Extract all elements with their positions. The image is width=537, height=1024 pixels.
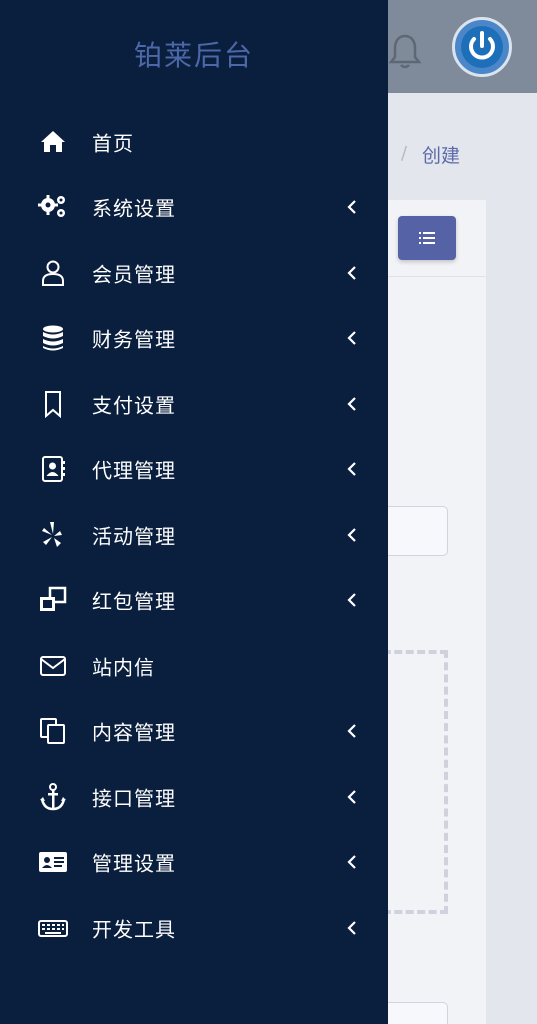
- chevron-left-icon: [347, 265, 356, 280]
- sidebar-item-activities[interactable]: 活动管理: [0, 502, 388, 568]
- sidebar-item-home[interactable]: 首页: [0, 109, 388, 175]
- yelp-icon: [38, 521, 68, 549]
- chevron-left-icon: [347, 724, 356, 739]
- bell-icon[interactable]: [388, 30, 422, 70]
- sidebar-item-admin-settings[interactable]: 管理设置: [0, 830, 388, 896]
- sidebar-item-label: 内容管理: [92, 720, 176, 745]
- chevron-left-icon: [347, 462, 356, 477]
- sidebar-item-label: 首页: [92, 131, 134, 156]
- sidebar-item-label: 站内信: [92, 655, 155, 680]
- id-card-icon: [38, 848, 68, 876]
- sidebar-item-api[interactable]: 接口管理: [0, 764, 388, 830]
- sidebar-drawer: 铂莱后台 首页 系统设置 会员管理 财务管理 支付设置 代理管理 活动管理 红包…: [0, 0, 388, 1024]
- chevron-left-icon: [347, 396, 356, 411]
- app-title: 铂莱后台: [133, 39, 254, 72]
- sidebar-item-agents[interactable]: 代理管理: [0, 437, 388, 503]
- list-button[interactable]: [398, 216, 456, 260]
- sidebar-item-payment-settings[interactable]: 支付设置: [0, 371, 388, 437]
- sidebar-item-label: 红包管理: [92, 589, 176, 614]
- breadcrumb-current: 创建: [422, 145, 461, 167]
- gears-icon: [38, 193, 68, 221]
- envelope-icon: [38, 652, 68, 680]
- sidebar-item-content[interactable]: 内容管理: [0, 699, 388, 765]
- sidebar-menu: 首页 系统设置 会员管理 财务管理 支付设置 代理管理 活动管理 红包管理 站内…: [0, 109, 388, 961]
- keyboard-icon: [38, 914, 68, 942]
- chevron-left-icon: [347, 593, 356, 608]
- sidebar-item-label: 开发工具: [92, 917, 176, 942]
- chevron-left-icon: [347, 200, 356, 215]
- user-icon: [38, 259, 68, 287]
- user-avatar[interactable]: [452, 17, 512, 77]
- sidebar-item-messages[interactable]: 站内信: [0, 633, 388, 699]
- sidebar-item-label: 管理设置: [92, 851, 176, 876]
- sidebar-item-red-packets[interactable]: 红包管理: [0, 568, 388, 634]
- sidebar-item-label: 支付设置: [92, 393, 176, 418]
- sidebar-item-members[interactable]: 会员管理: [0, 240, 388, 306]
- sidebar-item-label: 系统设置: [92, 196, 176, 221]
- sidebar-item-label: 会员管理: [92, 262, 176, 287]
- sidebar-item-label: 财务管理: [92, 327, 176, 352]
- bookmark-icon: [38, 390, 68, 418]
- sidebar-item-label: 活动管理: [92, 524, 176, 549]
- sidebar-item-finance[interactable]: 财务管理: [0, 306, 388, 372]
- copy-icon: [38, 717, 68, 745]
- sidebar-item-label: 接口管理: [92, 786, 176, 811]
- list-icon: [419, 232, 435, 244]
- chevron-left-icon: [347, 789, 356, 804]
- chevron-left-icon: [347, 920, 356, 935]
- address-book-icon: [38, 455, 68, 483]
- database-icon: [38, 324, 68, 352]
- home-icon: [38, 128, 68, 156]
- chevron-left-icon: [347, 527, 356, 542]
- breadcrumb-separator: /: [401, 143, 408, 164]
- anchor-icon: [38, 782, 68, 811]
- sidebar-item-system-settings[interactable]: 系统设置: [0, 175, 388, 241]
- power-icon: [461, 26, 503, 68]
- clone-icon: [38, 586, 68, 614]
- chevron-left-icon: [347, 855, 356, 870]
- sidebar-item-dev-tools[interactable]: 开发工具: [0, 895, 388, 961]
- sidebar-item-label: 代理管理: [92, 458, 176, 483]
- chevron-left-icon: [347, 331, 356, 346]
